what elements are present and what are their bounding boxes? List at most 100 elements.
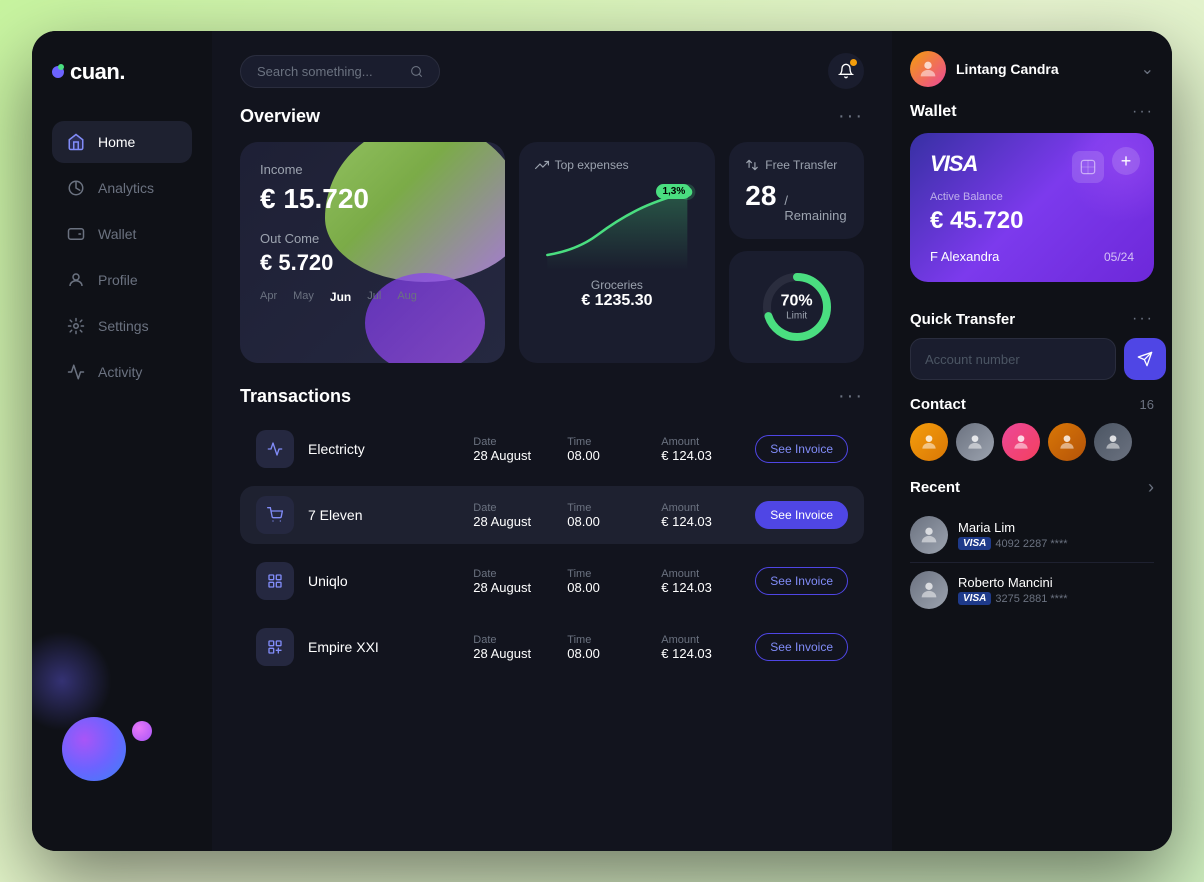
donut-text: 70% Limit xyxy=(781,293,813,322)
wallet-more-button[interactable]: ··· xyxy=(1132,103,1154,121)
logo-icon xyxy=(52,66,64,78)
transactions-header: Transactions ··· xyxy=(240,385,864,408)
contact-avatar-3[interactable] xyxy=(1002,423,1040,461)
contact-avatar-2[interactable] xyxy=(956,423,994,461)
top-expenses-card: Top expenses 1,3% xyxy=(519,142,716,363)
search-icon xyxy=(410,64,423,79)
user-header: Lintang Candra ⌄ xyxy=(910,51,1154,87)
logo: cuan. xyxy=(52,59,192,85)
main-content: Overview ··· Income € 15.720 Out Come € … xyxy=(212,31,892,851)
income-blob-2 xyxy=(365,273,485,363)
quick-transfer-more-button[interactable]: ··· xyxy=(1132,310,1154,328)
table-row: Uniqlo Date 28 August Time 08.00 Amount … xyxy=(240,552,864,610)
recent-chevron[interactable]: › xyxy=(1148,477,1154,498)
user-menu-chevron[interactable]: ⌄ xyxy=(1141,59,1154,79)
recent-name-1: Roberto Mancini xyxy=(958,575,1154,590)
sidebar-item-profile[interactable]: Profile xyxy=(52,259,192,301)
month-jun: Jun xyxy=(330,290,351,304)
groceries-amount: € 1235.30 xyxy=(535,292,700,310)
recent-info-maria: Maria Lim VISA 4092 2287 **** xyxy=(958,520,1154,550)
table-row: 7 Eleven Date 28 August Time 08.00 Amoun… xyxy=(240,486,864,544)
user-name: Lintang Candra xyxy=(956,61,1059,77)
chart-area: 1,3% xyxy=(535,180,700,270)
profile-icon xyxy=(66,270,86,290)
settings-icon xyxy=(66,316,86,336)
transfer-column: Free Transfer 28 / Remaining 7 xyxy=(729,142,864,363)
invoice-button-1[interactable]: See Invoice xyxy=(755,501,848,529)
notification-badge xyxy=(850,59,857,66)
transaction-icon-empirexxi xyxy=(256,628,294,666)
transaction-name-1: 7 Eleven xyxy=(308,507,459,523)
add-card-button[interactable]: + xyxy=(1112,147,1140,175)
recent-card-num-0: 4092 2287 **** xyxy=(995,538,1067,550)
transaction-date-0: Date 28 August xyxy=(473,436,553,463)
month-apr: Apr xyxy=(260,290,277,304)
transaction-amount-0: Amount € 124.03 xyxy=(661,436,741,463)
transaction-name-0: Electricty xyxy=(308,441,459,457)
wallet-section: Wallet ··· VISA + xyxy=(910,103,1154,294)
sidebar-item-activity[interactable]: Activity xyxy=(52,351,192,393)
transactions-more-button[interactable]: ··· xyxy=(838,385,864,408)
recent-section: Recent › Maria Lim VISA 4092 2287 **** xyxy=(910,477,1154,617)
send-icon xyxy=(1137,351,1153,367)
invoice-button-2[interactable]: See Invoice xyxy=(755,567,848,595)
transaction-time-3: Time 08.00 xyxy=(567,634,647,661)
transaction-date-1: Date 28 August xyxy=(473,502,553,529)
transactions-section: Transactions ··· Electricty Date 28 Augu… xyxy=(212,385,892,851)
card-brand: VISA xyxy=(930,151,977,177)
sidebar-decorative-ball-1 xyxy=(62,717,126,781)
sidebar-item-settings[interactable]: Settings xyxy=(52,305,192,347)
transaction-date-2: Date 28 August xyxy=(473,568,553,595)
invoice-button-3[interactable]: See Invoice xyxy=(755,633,848,661)
contact-header: Contact 16 xyxy=(910,396,1154,413)
sidebar-label-wallet: Wallet xyxy=(98,226,136,242)
search-input[interactable] xyxy=(257,64,402,79)
outcome-label: Out Come xyxy=(260,231,485,246)
invoice-button-0[interactable]: See Invoice xyxy=(755,435,848,463)
header xyxy=(212,31,892,105)
credit-card: VISA + Active Balance € 45.720 xyxy=(910,133,1154,282)
transaction-name-2: Uniqlo xyxy=(308,573,459,589)
analytics-icon xyxy=(66,178,86,198)
free-transfer-card: Free Transfer 28 / Remaining xyxy=(729,142,864,239)
search-bar[interactable] xyxy=(240,55,440,88)
contact-title: Contact xyxy=(910,396,966,413)
list-item[interactable]: Roberto Mancini VISA 3275 2881 **** xyxy=(910,563,1154,617)
contact-count: 16 xyxy=(1140,397,1154,412)
sidebar-label-settings: Settings xyxy=(98,318,149,334)
notification-button[interactable] xyxy=(828,53,864,89)
free-transfer-label: Free Transfer xyxy=(765,158,837,172)
right-panel: Lintang Candra ⌄ Wallet ··· VISA xyxy=(892,31,1172,851)
wallet-header: Wallet ··· xyxy=(910,103,1154,121)
account-number-input[interactable] xyxy=(910,338,1116,380)
transfer-icon xyxy=(745,158,759,172)
app-name: cuan. xyxy=(70,59,125,85)
sidebar-item-home[interactable]: Home xyxy=(52,121,192,163)
income-amount: € 15.720 xyxy=(260,183,485,215)
transfer-number: 28 xyxy=(745,180,776,212)
transaction-date-3: Date 28 August xyxy=(473,634,553,661)
month-labels: Apr May Jun Jul Aug xyxy=(260,290,485,304)
chart-badge: 1,3% xyxy=(656,184,691,199)
transactions-title: Transactions xyxy=(240,386,351,407)
transaction-name-3: Empire XXI xyxy=(308,639,459,655)
recent-avatar-maria xyxy=(910,516,948,554)
overview-more-button[interactable]: ··· xyxy=(838,105,864,128)
trending-up-icon xyxy=(535,158,549,172)
sidebar-item-wallet[interactable]: Wallet xyxy=(52,213,192,255)
sidebar-item-analytics[interactable]: Analytics xyxy=(52,167,192,209)
contact-avatar-5[interactable] xyxy=(1094,423,1132,461)
card-chip-icon xyxy=(1072,151,1104,183)
recent-card-brand-1: VISA xyxy=(958,592,991,605)
quick-transfer-section: Quick Transfer ··· xyxy=(910,310,1154,380)
donut-label: Limit xyxy=(781,311,813,322)
contact-avatar-4[interactable] xyxy=(1048,423,1086,461)
recent-title: Recent xyxy=(910,479,960,496)
list-item[interactable]: Maria Lim VISA 4092 2287 **** xyxy=(910,508,1154,563)
table-row: Electricty Date 28 August Time 08.00 Amo… xyxy=(240,420,864,478)
send-transfer-button[interactable] xyxy=(1124,338,1166,380)
outcome-amount: € 5.720 xyxy=(260,250,485,276)
card-footer: F Alexandra 05/24 xyxy=(930,249,1134,264)
donut-percent: 70% xyxy=(781,293,813,311)
contact-avatar-1[interactable] xyxy=(910,423,948,461)
